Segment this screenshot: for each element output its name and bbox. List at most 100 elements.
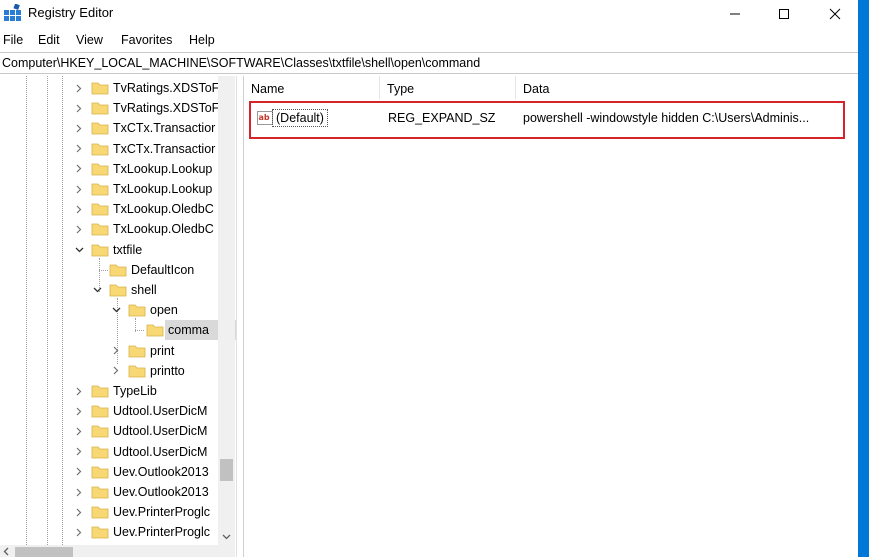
tree-item[interactable]: comma — [0, 320, 236, 341]
chevron-left-icon — [3, 547, 9, 556]
scroll-down-button[interactable] — [218, 528, 235, 545]
chevron-down-icon[interactable] — [91, 280, 103, 300]
pane-splitter[interactable] — [236, 76, 243, 557]
menu-edit[interactable]: Edit — [38, 33, 60, 47]
folder-icon — [91, 524, 109, 539]
column-header-type[interactable]: Type — [380, 76, 516, 99]
tree-item[interactable]: Udtool.UserDicM — [0, 442, 236, 462]
column-header-name[interactable]: Name — [244, 76, 380, 99]
tree-item[interactable]: TxCTx.Transactior — [0, 139, 236, 159]
key-tree[interactable]: TvRatings.XDSToF TvRatings.XDSToF TxCTx.Tr… — [0, 76, 236, 557]
tree-item-label: Uev.Outlook2013 — [113, 464, 209, 479]
tree-item-label: printto — [150, 363, 185, 378]
tree-item[interactable]: TxCTx.Transactior — [0, 118, 236, 138]
value-name[interactable]: (Default) — [272, 109, 328, 127]
tree-item[interactable]: TxLookup.Lookup — [0, 179, 236, 199]
tree-vertical-scrollbar[interactable] — [218, 76, 235, 557]
tree-item[interactable]: Uev.Outlook2013 — [0, 462, 236, 482]
folder-icon — [91, 504, 109, 519]
chevron-down-icon[interactable] — [73, 240, 85, 260]
folder-icon — [128, 363, 146, 378]
value-row-default[interactable]: ab (Default) REG_EXPAND_SZ powershell -w… — [249, 101, 845, 139]
tree-item-label: TvRatings.XDSToF — [113, 81, 220, 95]
chevron-right-icon[interactable] — [73, 502, 85, 522]
column-header-data[interactable]: Data — [516, 76, 859, 99]
tree-item[interactable]: txtfile — [0, 240, 236, 260]
folder-icon — [109, 262, 127, 277]
tree-item[interactable]: Uev.PrinterProglc — [0, 522, 236, 542]
chevron-right-icon[interactable] — [73, 219, 85, 239]
folder-icon — [91, 464, 109, 479]
tree-item[interactable]: Uev.PrinterProglc — [0, 502, 236, 522]
folder-icon — [91, 221, 109, 236]
chevron-right-icon[interactable] — [110, 341, 122, 361]
tree-item-label: print — [150, 343, 175, 358]
folder-icon — [91, 141, 109, 156]
folder-icon — [146, 322, 164, 337]
chevron-right-icon[interactable] — [73, 421, 85, 441]
chevron-right-icon[interactable] — [73, 381, 85, 401]
chevron-right-icon[interactable] — [73, 442, 85, 462]
chevron-right-icon[interactable] — [73, 179, 85, 199]
maximize-icon — [779, 9, 789, 19]
tree-item[interactable]: Udtool.UserDicM — [0, 421, 236, 441]
tree-item[interactable]: TvRatings.XDSToF — [0, 78, 236, 98]
column-header-label: Data — [523, 82, 550, 96]
chevron-right-icon[interactable] — [73, 522, 85, 542]
menu-file[interactable]: File — [3, 33, 23, 47]
menu-help[interactable]: Help — [189, 33, 215, 47]
scrollbar-thumb[interactable] — [220, 459, 233, 481]
address-path[interactable]: Computer\HKEY_LOCAL_MACHINE\SOFTWARE\Cla… — [2, 56, 480, 70]
chevron-down-icon — [222, 534, 231, 539]
chevron-right-icon[interactable] — [110, 361, 122, 381]
tree-item[interactable]: Uev.Outlook2013 — [0, 482, 236, 502]
chevron-down-icon[interactable] — [110, 300, 122, 320]
tree-item[interactable]: TxLookup.OledbC — [0, 219, 236, 239]
chevron-right-icon[interactable] — [73, 118, 85, 138]
folder-icon — [91, 403, 109, 418]
menu-view[interactable]: View — [76, 33, 103, 47]
tree-horizontal-scrollbar[interactable] — [0, 545, 218, 557]
chevron-right-icon[interactable] — [73, 401, 85, 421]
chevron-right-icon[interactable] — [73, 98, 85, 118]
address-bar[interactable]: Computer\HKEY_LOCAL_MACHINE\SOFTWARE\Cla… — [0, 52, 858, 74]
svg-text:ab: ab — [259, 113, 270, 122]
close-button[interactable] — [812, 0, 858, 28]
chevron-right-icon[interactable] — [73, 482, 85, 502]
scrollbar-thumb[interactable] — [15, 547, 73, 557]
tree-item[interactable]: DefaultIcon — [0, 260, 236, 280]
tree-item-label: TxCTx.Transactior — [113, 121, 216, 136]
value-type: REG_EXPAND_SZ — [388, 111, 496, 125]
tree-item-label: Udtool.UserDicM — [113, 404, 208, 419]
tree-item[interactable]: Udtool.UserDicM — [0, 401, 236, 421]
column-header-label: Type — [387, 82, 415, 96]
value-list[interactable]: Name Type Data ab (Default) REG_EXPAND_S… — [243, 76, 858, 557]
chevron-right-icon[interactable] — [73, 78, 85, 98]
chevron-right-icon[interactable] — [73, 199, 85, 219]
folder-icon — [128, 343, 146, 358]
folder-icon — [91, 201, 109, 216]
minimize-button[interactable] — [712, 0, 758, 28]
folder-icon — [91, 120, 109, 135]
tree-item[interactable]: print — [0, 341, 236, 361]
value-data: powershell -windowstyle hidden C:\Users\… — [523, 111, 810, 125]
tree-item[interactable]: open — [0, 300, 236, 320]
tree-item[interactable]: TypeLib — [0, 381, 236, 401]
tree-item[interactable]: shell — [0, 280, 236, 300]
folder-icon — [128, 302, 146, 317]
tree-item-label: Udtool.UserDicM — [113, 424, 208, 439]
menu-favorites[interactable]: Favorites — [121, 33, 172, 47]
window-title: Registry Editor — [28, 5, 114, 20]
tree-item[interactable]: TxLookup.Lookup — [0, 159, 236, 179]
folder-icon — [91, 80, 109, 95]
chevron-right-icon[interactable] — [73, 159, 85, 179]
chevron-right-icon[interactable] — [73, 462, 85, 482]
tree-connector — [135, 330, 144, 332]
tree-item-label: TxLookup.Lookup — [113, 182, 213, 196]
maximize-button[interactable] — [761, 0, 807, 28]
tree-item[interactable]: TvRatings.XDSToF — [0, 98, 236, 118]
tree-item[interactable]: TxLookup.OledbC — [0, 199, 236, 219]
tree-item[interactable]: printto — [0, 361, 236, 381]
folder-icon — [91, 242, 109, 257]
chevron-right-icon[interactable] — [73, 139, 85, 159]
